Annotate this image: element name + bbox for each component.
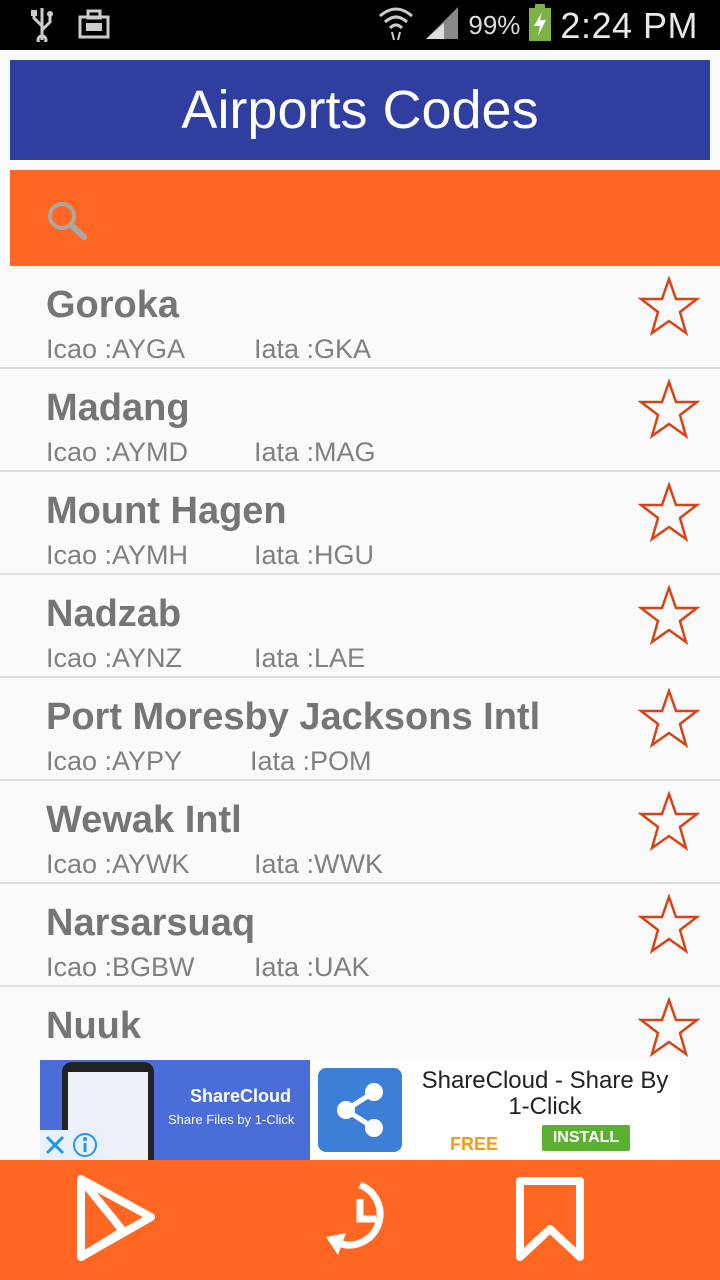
install-button[interactable]: INSTALL (542, 1125, 630, 1151)
airport-codes: Icao :AYWK Iata :WWK (46, 849, 383, 880)
battery-charging-icon (528, 4, 552, 47)
history-icon (326, 1181, 384, 1255)
airport-name: Goroka (46, 284, 180, 326)
briefcase-icon (78, 9, 110, 44)
usb-icon (28, 6, 56, 47)
search-input[interactable] (100, 190, 700, 246)
airport-codes: Icao :AYMH Iata :HGU (46, 540, 374, 571)
airport-name: Wewak Intl (46, 799, 242, 841)
list-item[interactable]: Narsarsuaq Icao :BGBW Iata :UAK (0, 884, 720, 987)
search-icon[interactable] (46, 200, 88, 245)
icao-code: Icao :AYPY (46, 746, 183, 776)
ad-banner[interactable]: ShareCloud Share Files by 1-Click ShareC… (40, 1060, 680, 1160)
list-item[interactable]: Wewak Intl Icao :AYWK Iata :WWK (0, 781, 720, 884)
clock: 2:24 PM (560, 4, 698, 46)
list-item[interactable]: Nadzab Icao :AYNZ Iata :LAE (0, 575, 720, 678)
play-store-button[interactable] (62, 1174, 162, 1266)
app-title-bar: Airports Codes (10, 60, 710, 160)
icao-code: Icao :AYMD (46, 437, 189, 467)
airport-name: Nuuk (46, 1005, 141, 1047)
iata-code: Iata :WWK (254, 849, 384, 879)
list-item[interactable]: Goroka Icao :AYGA Iata :GKA (0, 266, 720, 369)
airport-codes: Icao :AYGA Iata :GKA (46, 334, 371, 365)
play-icon (77, 1175, 155, 1261)
airport-name: Port Moresby Jacksons Intl (46, 696, 541, 738)
iata-code: Iata :POM (250, 746, 372, 776)
airport-codes: Icao :BGBW Iata :UAK (46, 952, 370, 983)
ad-price: FREE (450, 1134, 499, 1154)
history-button[interactable] (310, 1174, 410, 1266)
icao-code: Icao :AYNZ (46, 643, 183, 673)
list-item[interactable]: Madang Icao :AYMD Iata :MAG (0, 369, 720, 472)
list-item[interactable]: Mount Hagen Icao :AYMH Iata :HGU (0, 472, 720, 575)
bookmarks-button[interactable] (500, 1174, 600, 1266)
share-app-icon[interactable] (312, 1062, 408, 1158)
ad-promo-subtitle: Share Files by 1-Click (168, 1112, 295, 1127)
favorite-star-icon[interactable] (638, 894, 700, 956)
iata-code: Iata :HGU (254, 540, 375, 570)
bottom-nav-bar (0, 1160, 720, 1280)
airport-name: Narsarsuaq (46, 902, 256, 944)
iata-code: Iata :GKA (254, 334, 372, 364)
search-bar[interactable] (10, 170, 720, 266)
airport-name: Madang (46, 387, 190, 429)
favorite-star-icon[interactable] (638, 791, 700, 853)
favorite-star-icon[interactable] (638, 997, 700, 1059)
airport-codes: Icao :AYPY Iata :POM (46, 746, 372, 777)
wifi-icon (376, 4, 416, 47)
favorite-star-icon[interactable] (638, 482, 700, 544)
battery-percent: 99% (468, 10, 521, 40)
airport-list[interactable]: Goroka Icao :AYGA Iata :GKA Madang Icao :… (0, 266, 720, 1060)
icao-code: Icao :AYMH (46, 540, 189, 570)
signal-icon (424, 5, 460, 46)
ad-app-name[interactable]: ShareCloud - Share By 1-Click (416, 1068, 674, 1120)
iata-code: Iata :LAE (254, 643, 366, 673)
favorite-star-icon[interactable] (638, 379, 700, 441)
airport-name: Mount Hagen (46, 490, 287, 532)
list-item[interactable]: Nuuk (0, 987, 720, 1060)
favorite-star-icon[interactable] (638, 585, 700, 647)
info-icon[interactable] (72, 1132, 98, 1158)
airport-name: Nadzab (46, 593, 182, 635)
bookmark-icon (516, 1177, 584, 1261)
favorite-star-icon[interactable] (638, 276, 700, 338)
airport-codes: Icao :AYMD Iata :MAG (46, 437, 376, 468)
icao-code: Icao :BGBW (46, 952, 195, 982)
list-item[interactable]: Port Moresby Jacksons Intl Icao :AYPY Iat… (0, 678, 720, 781)
iata-code: Iata :UAK (254, 952, 370, 982)
airport-codes: Icao :AYNZ Iata :LAE (46, 643, 365, 674)
ad-promo-title: ShareCloud (190, 1086, 292, 1106)
iata-code: Iata :MAG (254, 437, 376, 467)
ad-choices[interactable] (40, 1130, 104, 1160)
page-title: Airports Codes (181, 80, 539, 140)
icao-code: Icao :AYWK (46, 849, 190, 879)
status-bar: 99% 2:24 PM (0, 0, 720, 50)
close-icon[interactable] (44, 1134, 66, 1156)
icao-code: Icao :AYGA (46, 334, 186, 364)
favorite-star-icon[interactable] (638, 688, 700, 750)
